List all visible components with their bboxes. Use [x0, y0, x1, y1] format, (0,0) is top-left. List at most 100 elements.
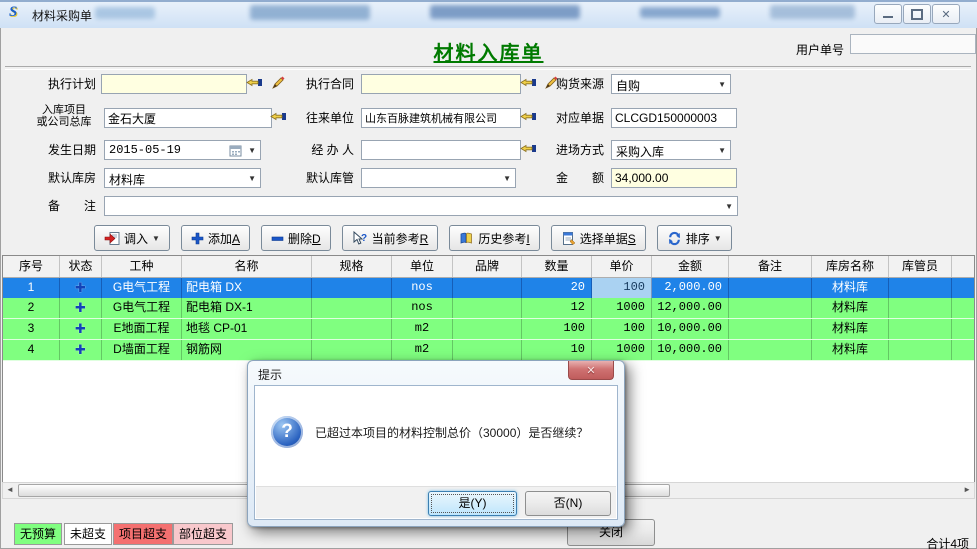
- cell-status[interactable]: ✚: [60, 278, 102, 298]
- close-window-button[interactable]: ✕: [932, 4, 960, 24]
- select-doc-button[interactable]: 选择单据S: [551, 225, 646, 251]
- counterparty-lookup-hand-icon[interactable]: [520, 110, 538, 126]
- cell-warehouse[interactable]: 材料库: [812, 319, 889, 339]
- handler-lookup-hand-icon[interactable]: [520, 142, 538, 158]
- cell-amount[interactable]: 10,000.00: [652, 319, 729, 339]
- cell-qty[interactable]: 20: [522, 278, 592, 298]
- current-ref-button[interactable]: ?当前参考R: [342, 225, 439, 251]
- column-header-remark[interactable]: 备注: [729, 256, 812, 277]
- column-header-type[interactable]: 工种: [102, 256, 182, 277]
- column-header-keeper[interactable]: 库管员: [889, 256, 952, 277]
- column-header-spec[interactable]: 规格: [312, 256, 392, 277]
- column-header-unit[interactable]: 单位: [392, 256, 453, 277]
- cell-no[interactable]: 4: [3, 340, 60, 360]
- column-header-no[interactable]: 序号: [3, 256, 60, 277]
- column-header-price[interactable]: 单价: [592, 256, 652, 277]
- user-no-input[interactable]: [850, 34, 976, 54]
- cell-keeper[interactable]: [889, 319, 952, 339]
- cell-price[interactable]: 1000: [592, 298, 652, 318]
- cell-brand[interactable]: [453, 340, 522, 360]
- cell-spec[interactable]: [312, 319, 392, 339]
- scroll-right-icon[interactable]: ►: [963, 485, 971, 494]
- cell-type[interactable]: D墙面工程: [102, 340, 182, 360]
- cell-remark[interactable]: [729, 319, 812, 339]
- cell-amount[interactable]: 2,000.00: [652, 278, 729, 298]
- cell-status[interactable]: ✚: [60, 340, 102, 360]
- cell-remark[interactable]: [729, 278, 812, 298]
- scroll-left-icon[interactable]: ◄: [6, 485, 14, 494]
- ref-doc-input[interactable]: [611, 108, 737, 128]
- date-picker[interactable]: 2015-05-19 ▼: [104, 140, 261, 160]
- cell-price[interactable]: 100: [592, 319, 652, 339]
- cell-qty[interactable]: 100: [522, 319, 592, 339]
- cell-unit[interactable]: m2: [392, 319, 453, 339]
- add-button[interactable]: 添加A: [181, 225, 250, 251]
- history-ref-button[interactable]: 历史参考I: [449, 225, 539, 251]
- exec-plan-input[interactable]: [101, 74, 247, 94]
- default-keeper-select[interactable]: ▼: [361, 168, 516, 188]
- minimize-button[interactable]: [874, 4, 902, 24]
- column-header-warehouse[interactable]: 库房名称: [812, 256, 889, 277]
- cell-warehouse[interactable]: 材料库: [812, 278, 889, 298]
- cell-brand[interactable]: [453, 319, 522, 339]
- cell-type[interactable]: E地面工程: [102, 319, 182, 339]
- cell-keeper[interactable]: [889, 340, 952, 360]
- project-input[interactable]: [104, 108, 272, 128]
- exec-contract-input[interactable]: [361, 74, 521, 94]
- cell-no[interactable]: 1: [3, 278, 60, 298]
- cell-price[interactable]: 100: [592, 278, 652, 298]
- default-warehouse-select[interactable]: 材料库 ▼: [104, 168, 261, 188]
- cell-amount[interactable]: 10,000.00: [652, 340, 729, 360]
- cell-remark[interactable]: [729, 340, 812, 360]
- entry-mode-select[interactable]: 采购入库 ▼: [611, 140, 731, 160]
- exec-plan-lookup-hand-icon[interactable]: [246, 76, 264, 92]
- cell-spec[interactable]: [312, 278, 392, 298]
- remark-combo-input[interactable]: ▼: [104, 196, 738, 216]
- delete-button[interactable]: 删除D: [261, 225, 331, 251]
- cell-spec[interactable]: [312, 298, 392, 318]
- cell-name[interactable]: 钢筋网: [182, 340, 312, 360]
- handler-input[interactable]: [361, 140, 521, 160]
- exec-plan-edit-pencil-icon[interactable]: [271, 75, 289, 91]
- cell-name[interactable]: 配电箱 DX-1: [182, 298, 312, 318]
- yes-button[interactable]: 是(Y): [428, 491, 517, 516]
- cell-price[interactable]: 1000: [592, 340, 652, 360]
- cell-spec[interactable]: [312, 340, 392, 360]
- maximize-button[interactable]: [903, 4, 931, 24]
- cell-warehouse[interactable]: 材料库: [812, 340, 889, 360]
- cell-unit[interactable]: nos: [392, 298, 453, 318]
- cell-status[interactable]: ✚: [60, 298, 102, 318]
- sort-button[interactable]: 排序▼: [657, 225, 732, 251]
- cell-keeper[interactable]: [889, 278, 952, 298]
- column-header-amount[interactable]: 金额: [652, 256, 729, 277]
- cell-name[interactable]: 配电箱 DX: [182, 278, 312, 298]
- cell-qty[interactable]: 12: [522, 298, 592, 318]
- table-row[interactable]: 3✚E地面工程地毯 CP-01m210010010,000.00材料库: [3, 319, 974, 340]
- table-row[interactable]: 2✚G电气工程配电箱 DX-1 nos 12100012,000.00 材料库: [3, 298, 974, 319]
- cell-warehouse[interactable]: 材料库: [812, 298, 889, 318]
- cell-qty[interactable]: 10: [522, 340, 592, 360]
- column-header-qty[interactable]: 数量: [522, 256, 592, 277]
- cell-keeper[interactable]: [889, 298, 952, 318]
- cell-no[interactable]: 2: [3, 298, 60, 318]
- cell-name[interactable]: 地毯 CP-01: [182, 319, 312, 339]
- amount-input[interactable]: [611, 168, 737, 188]
- cell-type[interactable]: G电气工程: [102, 278, 182, 298]
- import-button[interactable]: 调入▼: [94, 225, 170, 251]
- project-lookup-hand-icon[interactable]: [270, 110, 288, 126]
- column-header-brand[interactable]: 品牌: [453, 256, 522, 277]
- cell-unit[interactable]: m2: [392, 340, 453, 360]
- cell-brand[interactable]: [453, 278, 522, 298]
- exec-contract-lookup-hand-icon[interactable]: [520, 76, 538, 92]
- no-button[interactable]: 否(N): [525, 491, 611, 516]
- table-row[interactable]: 4✚D墙面工程钢筋网 m2 10100010,000.00 材料库: [3, 340, 974, 361]
- cell-amount[interactable]: 12,000.00: [652, 298, 729, 318]
- cell-brand[interactable]: [453, 298, 522, 318]
- cell-unit[interactable]: nos: [392, 278, 453, 298]
- table-row[interactable]: 1✚G电气工程配电箱 DX nos 201002,000.00 材料库: [3, 278, 974, 298]
- counterparty-input[interactable]: [361, 108, 521, 128]
- cell-type[interactable]: G电气工程: [102, 298, 182, 318]
- cell-no[interactable]: 3: [3, 319, 60, 339]
- dialog-close-button[interactable]: ✕: [568, 361, 614, 380]
- cell-remark[interactable]: [729, 298, 812, 318]
